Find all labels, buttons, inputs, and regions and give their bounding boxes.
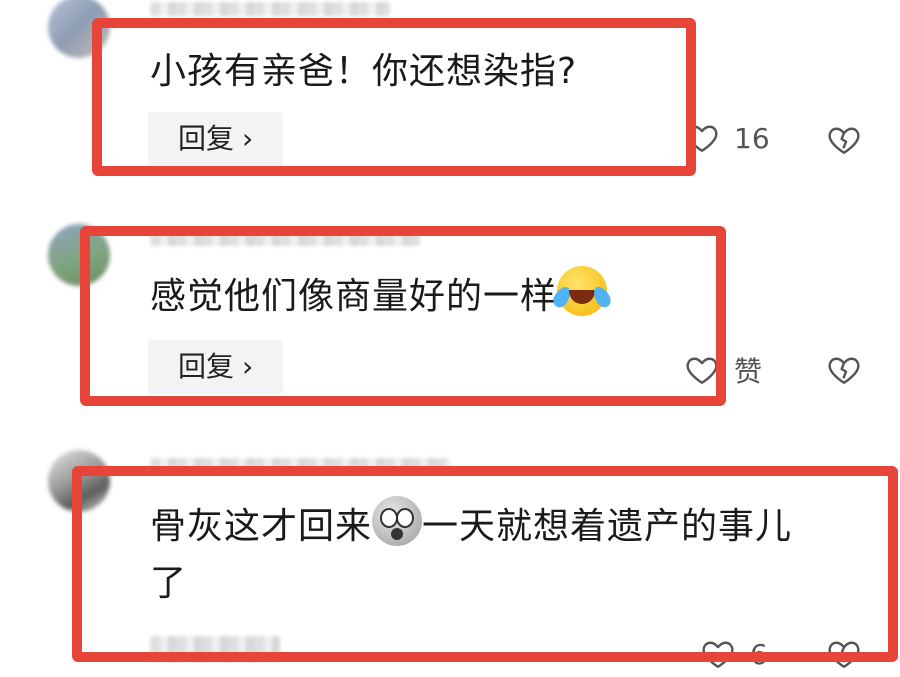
comment-text-content: 感觉他们像商量好的一样 [150, 276, 558, 317]
like-count: 赞 [734, 355, 763, 388]
comment-2: 感觉他们像商量好的一样 回复 › 赞 [0, 210, 900, 420]
comment-text-part1: 骨灰这才回来 [150, 506, 373, 547]
heart-outline-icon [700, 636, 736, 672]
dislike-button[interactable] [826, 122, 862, 158]
like-count: 16 [734, 121, 770, 155]
like-button[interactable]: 6 [700, 636, 768, 672]
avatar[interactable] [48, 224, 110, 286]
reply-label: 回复 [178, 350, 235, 383]
comment-1: 小孩有亲爸！你还想染指? 回复 › 16 [0, 0, 900, 200]
like-button[interactable]: 赞 [684, 350, 762, 390]
heart-outline-icon [684, 352, 720, 388]
avatar[interactable] [48, 450, 110, 512]
dislike-button[interactable] [826, 352, 862, 388]
heart-outline-icon [684, 120, 720, 156]
broken-heart-icon [826, 122, 862, 158]
comment-text-line2: 了 [150, 563, 188, 604]
broken-heart-icon [826, 636, 862, 672]
comment-text: 骨灰这才回来 一天就想着遗产的事儿 [150, 496, 792, 555]
dislike-button[interactable] [826, 636, 862, 672]
reply-button[interactable]: 回复 › [148, 112, 284, 166]
shocked-emoji-icon [372, 496, 423, 546]
username-blurred[interactable] [150, 232, 420, 246]
chevron-right-icon: › [242, 122, 254, 155]
broken-heart-icon [826, 352, 862, 388]
comment-3: 骨灰这才回来 一天就想着遗产的事儿 了 6 [0, 440, 900, 677]
like-count: 6 [750, 637, 768, 671]
laughing-crying-emoji-icon [557, 266, 608, 316]
comment-text: 感觉他们像商量好的一样 [150, 266, 608, 325]
comment-text: 小孩有亲爸！你还想染指? [150, 51, 578, 92]
username-blurred[interactable] [150, 458, 450, 472]
reply-label: 回复 [178, 122, 235, 155]
comment-text-part2: 一天就想着遗产的事儿 [422, 506, 793, 547]
chevron-right-icon: › [242, 350, 254, 383]
avatar[interactable] [48, 0, 110, 58]
username-blurred[interactable] [150, 2, 390, 16]
reply-button-blurred[interactable] [150, 636, 280, 662]
like-button[interactable]: 16 [684, 120, 770, 156]
reply-button[interactable]: 回复 › [148, 340, 284, 394]
